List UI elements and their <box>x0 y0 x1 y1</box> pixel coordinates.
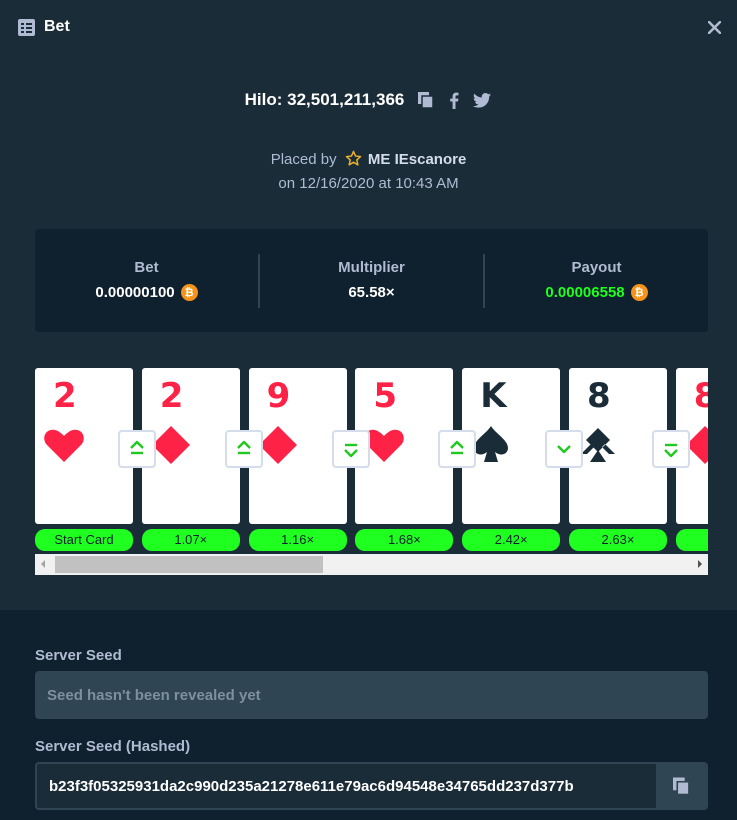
bet-amount: 0.00000100 <box>95 284 175 301</box>
card-rank: 5 <box>373 376 398 416</box>
horizontal-scrollbar[interactable] <box>35 554 708 575</box>
card-rank: 8 <box>693 376 708 416</box>
guess-lower-or-equal-indicator <box>331 430 370 468</box>
card-multiplier-badge: Start Card <box>35 529 133 551</box>
placed-info: Placed by ME IEscanore on 12/16/2020 at … <box>0 148 737 196</box>
server-seed-label: Server Seed <box>35 647 122 664</box>
server-seed-placeholder: Seed hasn't been revealed yet <box>47 686 261 704</box>
guess-higher-or-equal-indicator <box>118 430 156 468</box>
close-button[interactable] <box>703 16 725 38</box>
server-seed-hashed-field[interactable]: b23f3f05325931da2c990d235a21278e611e79ac… <box>35 762 708 810</box>
multiplier-stat: Multiplier 65.58× <box>260 259 483 302</box>
payout-label: Payout <box>571 259 622 276</box>
scroll-right-arrow-icon[interactable] <box>696 558 704 570</box>
payout-stat: Payout 0.00006558 ₿ <box>485 259 708 302</box>
payout-value-row: 0.00006558 ₿ <box>545 284 648 301</box>
payout-amount: 0.00006558 <box>545 284 625 301</box>
game-id-line: Hilo: 32,501,211,366 <box>0 88 737 112</box>
server-seed-hashed-value[interactable]: b23f3f05325931da2c990d235a21278e611e79ac… <box>49 778 574 795</box>
bet-label: Bet <box>134 259 159 276</box>
bet-stat: Bet 0.00000100 ₿ <box>35 259 258 302</box>
clubs-suit-icon <box>581 428 615 462</box>
hearts-suit-icon <box>44 429 84 462</box>
bet-slip-icon <box>18 18 35 36</box>
hearts-suit-icon <box>364 429 405 462</box>
card-rank: 8 <box>587 376 611 416</box>
guess-higher-or-equal-indicator <box>224 430 263 468</box>
copy-button[interactable] <box>416 90 436 110</box>
copy-icon <box>418 92 435 108</box>
modal-header: Bet <box>0 0 737 54</box>
bitcoin-icon: ₿ <box>180 284 198 301</box>
modal-title: Bet <box>44 18 70 35</box>
username-link[interactable]: ME IEscanore <box>368 151 466 168</box>
lower-arrow-icon <box>557 445 572 454</box>
twitter-share-button[interactable] <box>472 90 492 110</box>
placed-date: on 12/16/2020 at 10:43 AM <box>278 175 459 192</box>
card-multiplier-badge: 2.63× <box>569 529 667 551</box>
card-rank: 2 <box>53 376 77 416</box>
bitcoin-icon: ₿ <box>630 284 648 301</box>
twitter-icon <box>473 92 492 108</box>
lower-or-equal-arrow-icon <box>664 443 678 458</box>
placed-by-label: Placed by <box>270 151 337 168</box>
server-seed-field: Seed hasn't been revealed yet <box>35 671 708 719</box>
guess-lower-or-equal-indicator <box>652 430 690 468</box>
server-seed-hashed-label: Server Seed (Hashed) <box>35 738 191 755</box>
cards-scroll-area[interactable]: 2 Start Card 2 1.07× 9 1.16× 5 1.68× K 2.42× 8 2.63… <box>35 368 708 554</box>
multiplier-label: Multiplier <box>338 259 405 276</box>
card-multiplier-badge: 1.16× <box>248 529 347 551</box>
higher-or-equal-arrow-icon <box>450 440 465 455</box>
spades-suit-icon <box>474 426 509 462</box>
diamonds-suit-icon <box>258 426 297 464</box>
lower-or-equal-arrow-icon <box>343 443 358 458</box>
higher-or-equal-arrow-icon <box>236 440 251 455</box>
multiplier-value: 65.58× <box>348 284 395 301</box>
seed-section: Server Seed Seed hasn't been revealed ye… <box>0 610 737 820</box>
guess-lower-indicator <box>545 430 584 468</box>
scrollbar-thumb[interactable] <box>55 556 323 573</box>
card-multiplier-badge: 1.68× <box>355 529 454 551</box>
card-rank: 9 <box>266 376 291 416</box>
copy-hash-button[interactable] <box>656 764 706 808</box>
diamonds-suit-icon <box>151 426 190 464</box>
higher-or-equal-arrow-icon <box>130 440 144 455</box>
scroll-left-arrow-icon[interactable] <box>39 558 47 570</box>
facebook-share-button[interactable] <box>444 90 464 110</box>
guess-higher-or-equal-indicator <box>438 430 477 468</box>
card-multiplier-badge: 2.42× <box>462 529 561 551</box>
card-multiplier-badge <box>675 529 708 551</box>
bet-stats-panel: Bet 0.00000100 ₿ Multiplier 65.58× Payou… <box>35 229 708 332</box>
facebook-icon <box>450 92 459 109</box>
card-multiplier-badge: 1.07× <box>141 529 240 551</box>
card-rank: K <box>480 376 507 416</box>
game-title: Hilo: 32,501,211,366 <box>244 90 405 109</box>
star-icon <box>345 150 362 166</box>
card-rank: 2 <box>159 376 184 416</box>
copy-icon <box>672 777 690 795</box>
close-icon <box>707 20 721 34</box>
bet-value-row: 0.00000100 ₿ <box>95 284 198 301</box>
